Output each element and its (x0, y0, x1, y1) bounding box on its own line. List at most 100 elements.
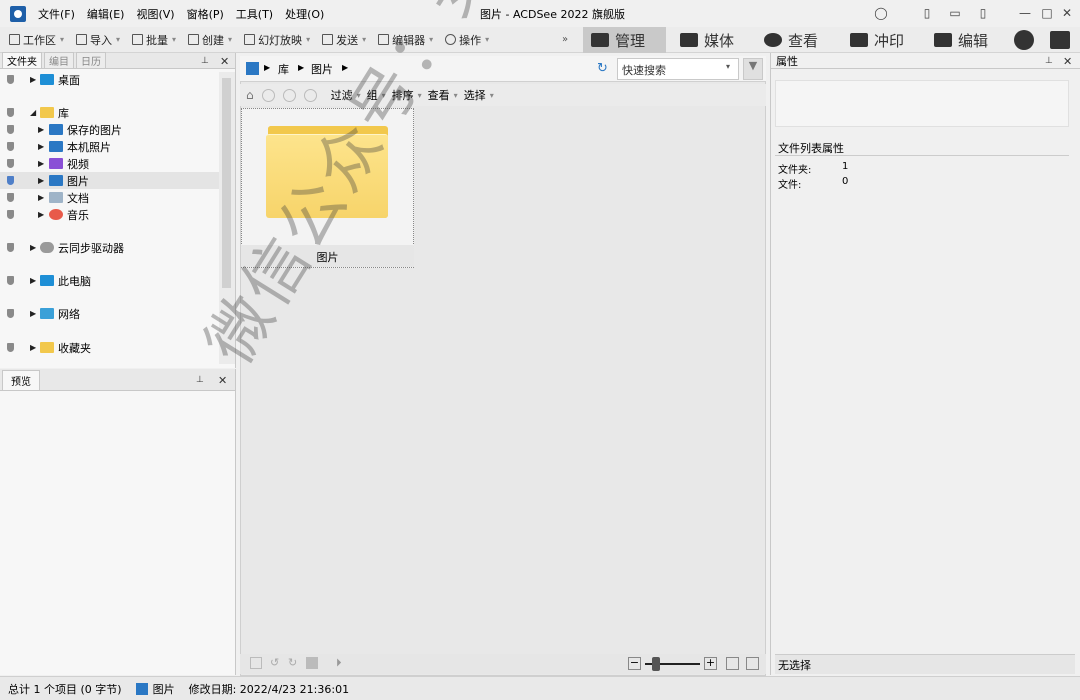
rotate-left-icon[interactable]: ↺ (270, 656, 279, 669)
create-button[interactable]: 创建 ▾ (185, 30, 235, 50)
no-selection-tab[interactable]: 无选择 (778, 657, 811, 673)
chevron-right-icon[interactable]: ▶ (342, 63, 348, 72)
rotate-icon[interactable] (250, 657, 262, 669)
pin-icon[interactable]: ⊥ (196, 375, 204, 385)
tab-folders[interactable]: 文件夹 (2, 52, 42, 68)
filter-button[interactable]: 过滤 ▾ (331, 87, 361, 103)
back-icon[interactable] (261, 88, 275, 102)
minimize-button[interactable]: — (1016, 4, 1034, 22)
tree-scrollbar-thumb[interactable] (222, 78, 231, 288)
zoom-in-icon[interactable]: + (704, 657, 717, 670)
expand-arrow-icon[interactable]: ▶ (38, 176, 44, 185)
status-location: 图片 (152, 682, 175, 696)
actions-button[interactable]: 操作 ▾ (442, 30, 492, 50)
select-button[interactable]: 选择 ▾ (464, 87, 494, 103)
batch-button[interactable]: 批量 ▾ (129, 30, 179, 50)
mode-edit-button[interactable]: 编辑 (926, 27, 996, 53)
maximize-button[interactable]: □ (1038, 4, 1056, 22)
user-icon[interactable]: ◯ (872, 4, 890, 22)
expand-arrow-icon[interactable]: ▶ (30, 276, 36, 285)
menu-pane[interactable]: 窗格(P) (187, 6, 224, 22)
menu-file[interactable]: 文件(F) (38, 6, 75, 22)
tree-item-network[interactable]: ▶ 网络 (0, 305, 219, 322)
layout-bottom-icon[interactable]: ▭ (946, 4, 964, 22)
close-panel-icon[interactable]: ✕ (220, 55, 229, 68)
rotate-right-icon[interactable]: ↻ (288, 656, 297, 669)
expand-arrow-icon[interactable]: ▶ (30, 309, 36, 318)
quick-search-input[interactable]: 快速搜索 (617, 58, 739, 80)
send-button[interactable]: 发送 ▾ (319, 30, 369, 50)
tree-item-camera-roll[interactable]: ▶ 本机照片 (0, 138, 219, 155)
group-button[interactable]: 组 ▾ (367, 87, 386, 103)
collapse-arrow-icon[interactable]: ◢ (30, 108, 36, 117)
mode-media-button[interactable]: 媒体 (672, 27, 742, 53)
pin-icon[interactable]: ⊥ (1045, 56, 1053, 66)
zoom-out-icon[interactable]: − (628, 657, 641, 670)
stats-button[interactable] (1046, 27, 1074, 53)
tree-item-pictures[interactable]: ▶ 图片 (0, 172, 219, 189)
expand-arrow-icon[interactable]: ▶ (38, 210, 44, 219)
expand-arrow-icon[interactable]: ▶ (30, 243, 36, 252)
selection-tab-bar (775, 654, 1075, 674)
develop-icon (850, 33, 868, 47)
expand-arrow-icon[interactable]: ▶ (38, 142, 44, 151)
tree-item-favorites[interactable]: ▶ 收藏夹 (0, 339, 219, 356)
play-icon[interactable]: ⏵ (336, 656, 342, 670)
mode-manage-button[interactable]: 管理 (583, 27, 666, 53)
status-bar: 总计 1 个项目 (0 字节) 图片 修改日期: 2022/4/23 21:36… (0, 676, 1080, 700)
slideshow-button[interactable]: 幻灯放映 ▾ (241, 30, 313, 50)
tree-item-videos[interactable]: ▶ 视频 (0, 155, 219, 172)
folder-caption[interactable]: 图片 (241, 245, 414, 267)
tree-item-library[interactable]: ◢ 库 (0, 104, 219, 121)
menu-view[interactable]: 视图(V) (136, 6, 174, 22)
expand-arrow-icon[interactable]: ▶ (30, 75, 36, 84)
editor-button[interactable]: 编辑器 ▾ (375, 30, 436, 50)
filter-funnel-icon[interactable]: ▼ (743, 58, 763, 80)
tab-preview[interactable]: 预览 (2, 370, 40, 390)
layout-right-icon[interactable]: ▯ (974, 4, 992, 22)
forward-icon[interactable] (282, 88, 296, 102)
pin-icon[interactable]: ⊥ (201, 56, 209, 66)
zoom-slider-thumb[interactable] (652, 657, 660, 671)
dashboard-button[interactable] (1010, 27, 1038, 53)
refresh-icon[interactable]: ↻ (597, 61, 608, 76)
close-button[interactable]: ✕ (1058, 4, 1076, 22)
tree-item-documents[interactable]: ▶ 文档 (0, 189, 219, 206)
tree-item-desktop[interactable]: ▶ 桌面 (0, 71, 219, 88)
up-icon[interactable] (303, 88, 317, 102)
stack-icon[interactable] (306, 657, 318, 669)
tree-item-music[interactable]: ▶ 音乐 (0, 206, 219, 223)
tree-label: 图片 (67, 174, 89, 188)
import-button[interactable]: 导入 ▾ (73, 30, 123, 50)
expand-arrow-icon[interactable]: ▶ (38, 193, 44, 202)
mode-develop-button[interactable]: 冲印 (842, 27, 912, 53)
menu-process[interactable]: 处理(O) (285, 6, 324, 22)
tab-calendar[interactable]: 日历 (76, 52, 106, 68)
sort-button[interactable]: 排序 ▾ (392, 87, 422, 103)
close-panel-icon[interactable]: ✕ (1063, 55, 1072, 68)
app-logo-icon[interactable] (10, 5, 26, 22)
view-button[interactable]: 查看 ▾ (428, 87, 458, 103)
expand-arrow-icon[interactable]: ▶ (38, 125, 44, 134)
workspace-button[interactable]: 工作区 ▾ (6, 30, 67, 50)
tab-catalog[interactable]: 编目 (44, 52, 74, 68)
tree-item-saved-pictures[interactable]: ▶ 保存的图片 (0, 121, 219, 138)
expand-arrow-icon[interactable]: ▶ (38, 159, 44, 168)
overflow-chevron-icon[interactable]: » (562, 34, 568, 45)
thumbnail-view-icon[interactable] (726, 657, 739, 670)
details-view-icon[interactable] (746, 657, 759, 670)
search-dropdown-icon[interactable]: ▾ (726, 62, 730, 71)
mode-view-button[interactable]: 查看 (756, 27, 826, 53)
home-icon[interactable]: ⌂ (246, 88, 254, 102)
menu-tools[interactable]: 工具(T) (236, 6, 273, 22)
layout-left-icon[interactable]: ▯ (918, 4, 936, 22)
tree-item-this-pc[interactable]: ▶ 此电脑 (0, 272, 219, 289)
editor-label: 编辑器 (392, 33, 426, 47)
breadcrumb-pictures[interactable]: 图片 (311, 61, 333, 77)
close-panel-icon[interactable]: ✕ (218, 374, 227, 387)
menu-edit[interactable]: 编辑(E) (87, 6, 125, 22)
expand-arrow-icon[interactable]: ▶ (30, 343, 36, 352)
breadcrumb-library[interactable]: 库 (278, 61, 289, 77)
tree-item-cloud-drive[interactable]: ▶ 云同步驱动器 (0, 239, 219, 256)
import-icon (76, 34, 88, 45)
